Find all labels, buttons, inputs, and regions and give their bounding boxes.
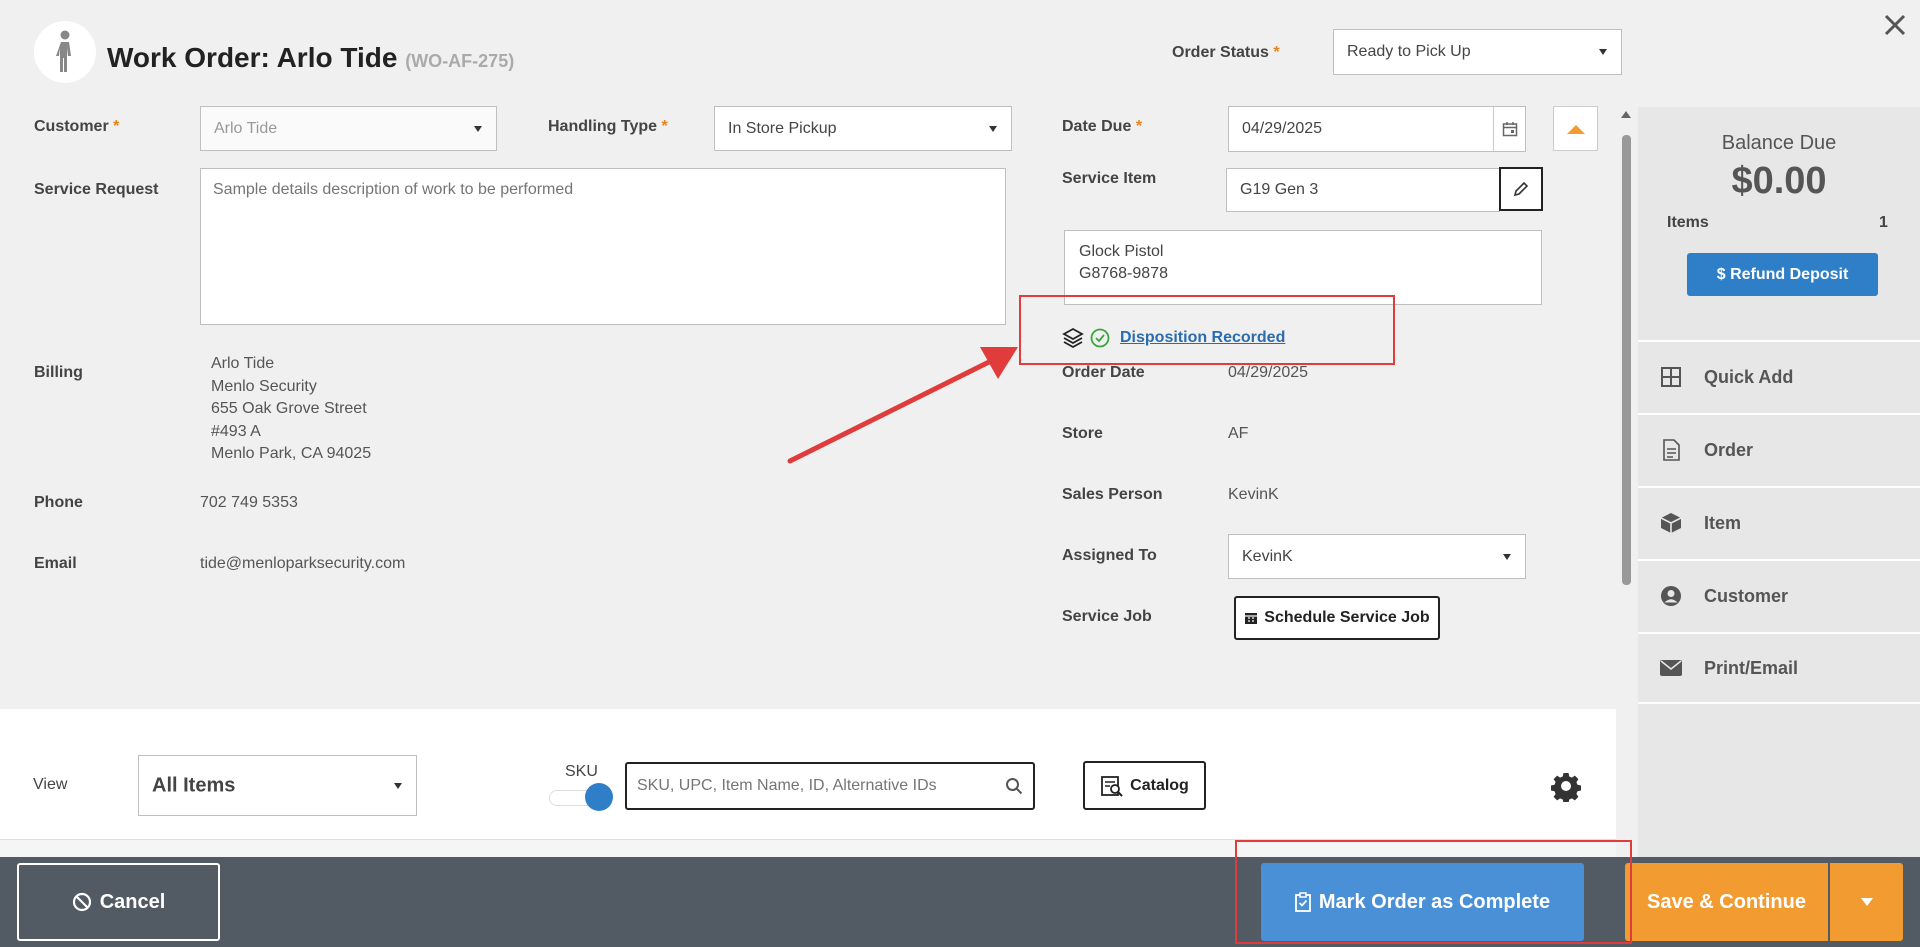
service-item-detail-line: Glock Pistol xyxy=(1079,243,1164,260)
items-label: Items xyxy=(1667,214,1709,231)
view-label: View xyxy=(33,776,68,793)
work-order-id: (WO-AF-275) xyxy=(405,51,515,71)
email-value: tide@menloparksecurity.com xyxy=(200,555,406,572)
store-label: Store xyxy=(1062,425,1103,442)
billing-line: #493 A xyxy=(211,422,261,440)
sales-person-value: KevinK xyxy=(1228,486,1279,503)
phone-label: Phone xyxy=(34,494,83,511)
search-icon[interactable] xyxy=(1005,777,1023,795)
items-count: 1 xyxy=(1879,214,1888,231)
save-options-dropdown[interactable] xyxy=(1830,863,1903,941)
page-title: Work Order: Arlo Tide (WO-AF-275) xyxy=(107,42,514,74)
envelope-icon xyxy=(1660,660,1682,676)
order-status-select[interactable]: Ready to Pick Up xyxy=(1333,29,1622,75)
collapse-up-button[interactable] xyxy=(1553,106,1598,151)
assigned-to-label: Assigned To xyxy=(1062,547,1157,564)
email-label: Email xyxy=(34,555,77,572)
annotation-box-complete xyxy=(1235,840,1632,944)
service-item-label: Service Item xyxy=(1062,170,1157,187)
chevron-down-icon xyxy=(989,125,997,132)
sidebar-item-print-email[interactable]: Print/Email xyxy=(1638,632,1920,704)
sku-label: SKU xyxy=(565,763,598,780)
order-status-label: Order Status * xyxy=(1172,44,1280,61)
billing-line: 655 Oak Grove Street xyxy=(211,400,367,417)
catalog-search-icon xyxy=(1101,775,1123,797)
annotation-arrow xyxy=(787,347,1018,464)
chevron-down-icon xyxy=(1860,898,1873,906)
order-date-value: 04/29/2025 xyxy=(1228,364,1309,381)
service-item-detail-line: G8768-9878 xyxy=(1079,265,1168,282)
billing-label: Billing xyxy=(34,364,83,381)
view-select[interactable]: All Items xyxy=(138,755,417,816)
document-icon xyxy=(1663,439,1680,461)
ban-icon xyxy=(72,892,91,912)
chevron-down-icon xyxy=(1503,553,1511,560)
grid-icon xyxy=(1661,367,1681,387)
service-job-label: Service Job xyxy=(1062,608,1152,625)
box-icon xyxy=(1660,513,1682,533)
sidebar-item-quick-add[interactable]: Quick Add xyxy=(1638,340,1920,412)
assigned-to-select[interactable]: KevinK xyxy=(1228,534,1526,579)
phone-value: 702 749 5353 xyxy=(200,494,298,511)
service-request-textarea[interactable] xyxy=(200,168,1006,325)
date-due-label: Date Due * xyxy=(1062,118,1143,135)
annotation-box-disposition xyxy=(1019,295,1395,365)
balance-due-label: Balance Due xyxy=(1721,132,1837,154)
calendar-icon xyxy=(1245,613,1258,624)
balance-due-value: $0.00 xyxy=(1731,160,1827,202)
schedule-service-job-button[interactable]: Schedule Service Job xyxy=(1234,596,1440,640)
chevron-up-icon xyxy=(1566,124,1585,134)
chevron-down-icon xyxy=(394,782,402,789)
sidebar-item-item[interactable]: Item xyxy=(1638,486,1920,558)
calendar-icon[interactable] xyxy=(1493,107,1525,151)
cancel-button[interactable]: Cancel xyxy=(17,863,220,941)
billing-line: Menlo Security xyxy=(211,377,317,395)
customer-select[interactable]: Arlo Tide xyxy=(200,106,497,151)
avatar xyxy=(34,21,96,83)
work-order-title: Work Order: Arlo Tide xyxy=(107,42,398,73)
date-due-input[interactable]: 04/29/2025 xyxy=(1228,106,1526,152)
billing-address: Arlo Tide Menlo Security 655 Oak Grove Str… xyxy=(211,353,371,466)
settings-gear-icon[interactable] xyxy=(1550,770,1582,803)
service-request-label: Service Request xyxy=(34,181,159,198)
user-circle-icon xyxy=(1661,586,1681,606)
walking-person-icon xyxy=(56,30,71,72)
scroll-up-icon xyxy=(1621,111,1631,118)
billing-line: Arlo Tide xyxy=(211,355,275,372)
service-item-input[interactable]: G19 Gen 3 xyxy=(1226,168,1500,212)
sales-person-label: Sales Person xyxy=(1062,486,1163,503)
scrollbar-thumb[interactable] xyxy=(1622,135,1631,585)
pencil-icon xyxy=(1513,181,1529,197)
edit-service-item-button[interactable] xyxy=(1499,167,1543,211)
sku-toggle[interactable] xyxy=(547,783,615,811)
chevron-down-icon xyxy=(1599,49,1607,55)
sidebar-item-order[interactable]: Order xyxy=(1638,413,1920,485)
order-date-label: Order Date xyxy=(1062,364,1145,381)
service-item-detail: Glock Pistol G8768-9878 xyxy=(1064,230,1542,305)
sidebar-item-customer[interactable]: Customer xyxy=(1638,559,1920,631)
chevron-down-icon xyxy=(474,125,482,132)
customer-label: Customer * xyxy=(34,118,120,135)
close-icon[interactable] xyxy=(1882,12,1908,38)
billing-line: Menlo Park, CA 94025 xyxy=(211,445,372,462)
catalog-button[interactable]: Catalog xyxy=(1083,761,1206,810)
scrollbar-track[interactable] xyxy=(1619,107,1633,857)
refund-deposit-button[interactable]: $ Refund Deposit xyxy=(1687,253,1878,296)
search-field[interactable] xyxy=(625,762,1035,810)
search-input[interactable] xyxy=(637,764,997,808)
save-continue-button[interactable]: Save & Continue xyxy=(1625,863,1828,941)
handling-type-label: Handling Type * xyxy=(548,118,668,135)
handling-type-select[interactable]: In Store Pickup xyxy=(714,106,1012,151)
store-value: AF xyxy=(1228,425,1249,442)
